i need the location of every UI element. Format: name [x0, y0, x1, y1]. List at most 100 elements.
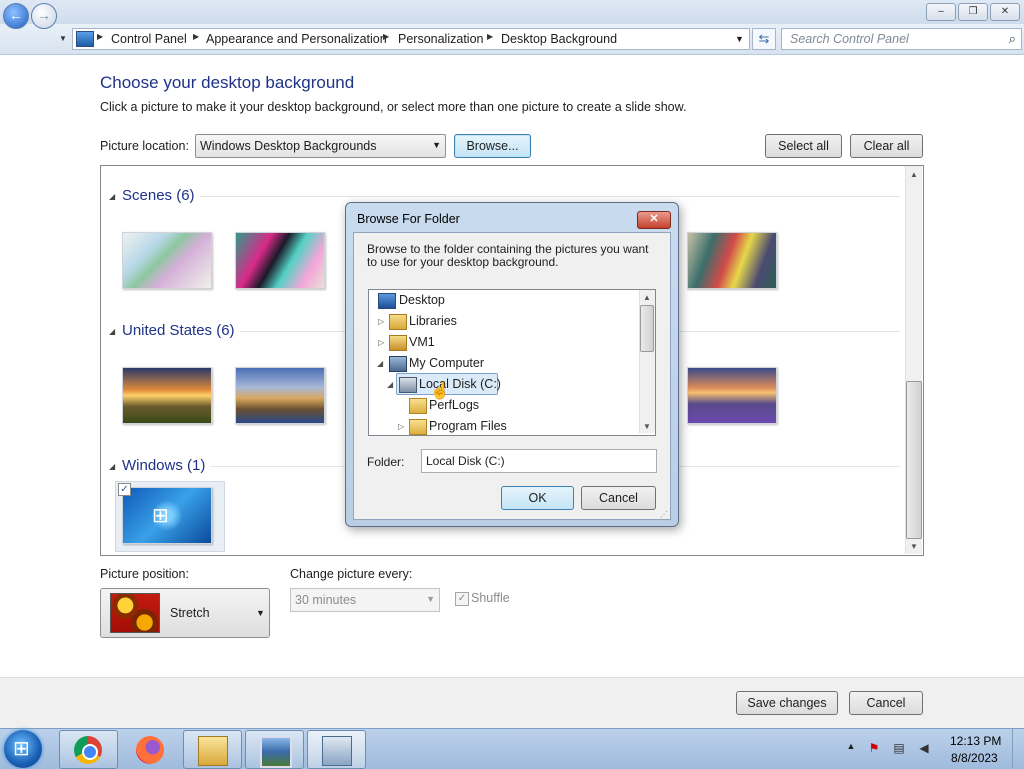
breadcrumb-separator-icon: ▶ — [97, 32, 104, 41]
cancel-button[interactable]: Cancel — [849, 691, 923, 715]
taskbar-firefox[interactable] — [121, 730, 180, 769]
minimize-button[interactable]: – — [926, 3, 956, 21]
breadcrumb-appearance[interactable]: Appearance and Personalization — [206, 32, 387, 46]
position-preview-image — [110, 593, 160, 633]
picture-location-label: Picture location: — [100, 139, 189, 153]
clock-date[interactable]: 8/8/2023 — [951, 751, 998, 765]
address-bar[interactable]: ▶ Control Panel ▶ Appearance and Persona… — [72, 28, 750, 50]
chevron-down-icon: ▼ — [426, 594, 435, 604]
windows-logo-icon: ⊞ — [13, 738, 30, 760]
page-subtitle: Click a picture to make it your desktop … — [100, 100, 687, 114]
taskbar-control-panel[interactable] — [307, 730, 366, 769]
dialog-close-button[interactable]: ✕ — [637, 211, 671, 229]
breadcrumb-separator-icon: ▶ — [383, 32, 390, 41]
wallpaper-thumbnail[interactable] — [122, 232, 212, 289]
select-all-button[interactable]: Select all — [765, 134, 842, 158]
window-title-bar — [0, 0, 1024, 24]
wallpaper-thumbnail[interactable] — [122, 367, 212, 424]
address-dropdown-icon[interactable]: ▼ — [735, 34, 744, 44]
picture-position-value: Stretch — [170, 606, 210, 620]
taskbar-explorer[interactable] — [183, 730, 242, 769]
wallpaper-thumbnail[interactable] — [235, 232, 325, 289]
control-panel-icon — [322, 736, 352, 766]
folder-label: Folder: — [367, 455, 405, 469]
search-placeholder: Search Control Panel — [790, 32, 909, 46]
tree-item-my-computer[interactable]: My Computer — [409, 356, 484, 370]
dialog-message: Browse to the folder containing the pict… — [367, 242, 649, 269]
volume-icon[interactable]: ◀ — [916, 741, 932, 757]
back-button[interactable]: ← — [3, 3, 29, 29]
wallpaper-thumbnail[interactable] — [235, 367, 325, 424]
picture-location-select[interactable]: Windows Desktop Backgrounds ▼ — [195, 134, 446, 158]
forward-button[interactable]: → — [31, 3, 57, 29]
windows-logo-icon: ⊞ — [152, 505, 169, 527]
search-input[interactable]: Search Control Panel ⌕ — [781, 28, 1022, 50]
wallpaper-thumbnail[interactable] — [687, 232, 777, 289]
chevron-down-icon: ▼ — [256, 608, 265, 618]
computer-icon — [389, 356, 407, 372]
close-window-button[interactable]: ✕ — [990, 3, 1020, 21]
breadcrumb-personalization[interactable]: Personalization — [398, 32, 483, 46]
browse-button[interactable]: Browse... — [454, 134, 531, 158]
resize-grip-icon[interactable]: ⋰ — [660, 510, 668, 519]
expand-triangle-icon[interactable]: ▷ — [378, 338, 384, 347]
group-divider — [200, 196, 900, 197]
change-interval-value: 30 minutes — [295, 593, 357, 607]
dialog-cancel-button[interactable]: Cancel — [581, 486, 656, 510]
show-desktop-button[interactable] — [1012, 729, 1024, 768]
tree-item-desktop[interactable]: Desktop — [399, 293, 445, 307]
page-title: Choose your desktop background — [100, 73, 355, 92]
recent-pages-icon[interactable]: ▼ — [59, 34, 67, 43]
tree-item-program-files[interactable]: Program Files — [429, 419, 507, 433]
scroll-up-icon[interactable]: ▲ — [910, 170, 918, 179]
thumbnail-checkbox[interactable]: ✓ — [118, 483, 131, 496]
shuffle-checkbox[interactable]: ✓ — [455, 592, 469, 606]
tree-item-vm1[interactable]: VM1 — [409, 335, 435, 349]
refresh-icon[interactable]: ⇆ — [752, 28, 776, 50]
libraries-icon — [389, 314, 407, 330]
network-icon[interactable]: ▤ — [891, 741, 907, 757]
gallery-scrollbar-thumb[interactable] — [906, 381, 922, 539]
breadcrumb-desktop-background[interactable]: Desktop Background — [501, 32, 617, 46]
folder-field-value: Local Disk (C:) — [426, 454, 505, 468]
save-changes-button[interactable]: Save changes — [736, 691, 838, 715]
change-interval-select[interactable]: 30 minutes ▼ — [290, 588, 440, 612]
scroll-down-icon[interactable]: ▼ — [643, 422, 651, 431]
picture-location-value: Windows Desktop Backgrounds — [200, 139, 377, 153]
wallpaper-thumbnail[interactable] — [687, 367, 777, 424]
scroll-up-icon[interactable]: ▲ — [643, 293, 651, 302]
folder-icon — [409, 398, 427, 414]
group-header-windows[interactable]: Windows (1) — [122, 457, 205, 474]
ok-button[interactable]: OK — [501, 486, 574, 510]
dialog-title: Browse For Folder — [357, 212, 460, 226]
tree-scrollbar-thumb[interactable] — [640, 305, 654, 352]
show-hidden-icons-icon[interactable]: ▲ — [843, 741, 859, 757]
photo-viewer-icon — [260, 736, 292, 768]
taskbar-photos[interactable] — [245, 730, 304, 769]
tree-item-perflogs[interactable]: PerfLogs — [429, 398, 479, 412]
collapse-triangle-icon[interactable]: ◢ — [109, 327, 115, 336]
expand-triangle-icon[interactable]: ▷ — [398, 422, 404, 431]
collapse-triangle-icon[interactable]: ◢ — [109, 192, 115, 201]
change-picture-label: Change picture every: — [290, 567, 413, 581]
clock-time[interactable]: 12:13 PM — [950, 734, 1001, 748]
group-header-united-states[interactable]: United States (6) — [122, 322, 235, 339]
group-header-scenes[interactable]: Scenes (6) — [122, 187, 195, 204]
search-icon[interactable]: ⌕ — [1009, 31, 1016, 47]
scroll-down-icon[interactable]: ▼ — [910, 542, 918, 551]
desktop-icon — [378, 293, 396, 309]
maximize-button[interactable]: ❐ — [958, 3, 988, 21]
breadcrumb-control-panel[interactable]: Control Panel — [111, 32, 187, 46]
folder-field[interactable]: Local Disk (C:) — [421, 449, 657, 473]
breadcrumb-separator-icon: ▶ — [193, 32, 200, 41]
taskbar-chrome[interactable] — [59, 730, 118, 769]
tree-item-libraries[interactable]: Libraries — [409, 314, 457, 328]
picture-position-label: Picture position: — [100, 567, 189, 581]
expand-triangle-icon[interactable]: ▷ — [378, 317, 384, 326]
collapse-triangle-icon[interactable]: ◢ — [109, 462, 115, 471]
clear-all-button[interactable]: Clear all — [850, 134, 923, 158]
action-center-icon[interactable]: ⚑ — [866, 741, 882, 757]
breadcrumb-separator-icon: ▶ — [487, 32, 494, 41]
collapse-triangle-icon[interactable]: ◢ — [387, 380, 393, 389]
collapse-triangle-icon[interactable]: ◢ — [377, 359, 383, 368]
